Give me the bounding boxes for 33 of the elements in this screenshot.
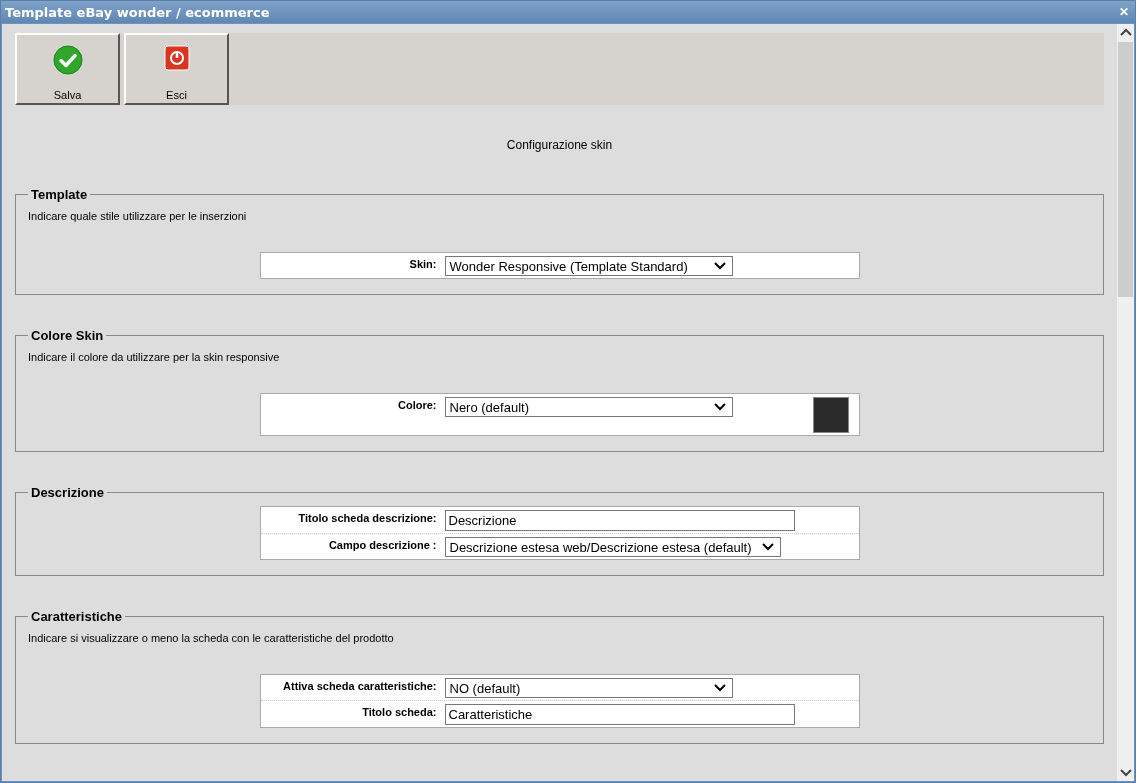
dropdown[interactable]: Descrizione estesa web/Descrizione estesa (default) (444, 537, 781, 557)
field-label: Titolo scheda: (361, 705, 437, 718)
page-heading: Configurazione skin (505, 138, 614, 152)
section-description: Indicare quale stile utilizzare per le inserzioni (28, 210, 248, 222)
text-field[interactable]: Caratteristiche (444, 704, 795, 725)
section-legend: Descrizione (28, 485, 107, 500)
field-label: Attiva scheda caratteristiche: (282, 679, 437, 692)
section-description: Indicare si visualizzare o meno la scheda con le caratteristiche del prodotto (28, 632, 395, 644)
checkmark-icon (52, 45, 83, 75)
dropdown[interactable]: NO (default) (444, 678, 733, 698)
scrollbar[interactable] (1117, 24, 1134, 781)
field-label: Colore: (397, 398, 437, 411)
chevron-down-icon (713, 262, 726, 270)
text-field[interactable]: Descrizione (444, 510, 795, 531)
chevron-down-icon (761, 543, 774, 551)
dropdown[interactable]: Wonder Responsive (Template Standard) (444, 256, 733, 276)
section-legend: Colore Skin (28, 328, 107, 343)
field-label: Titolo scheda descrizione: (297, 511, 437, 524)
dropdown[interactable]: Nero (default) (444, 397, 733, 417)
scroll-thumb[interactable] (1118, 42, 1133, 297)
field-label: Campo descrizione : (327, 538, 437, 551)
chevron-up-icon (1119, 28, 1132, 36)
section-description: Indicare il colore da utilizzare per la skin responsive (28, 351, 281, 363)
exit-button[interactable]: Esci (124, 33, 229, 105)
chevron-down-icon (713, 403, 726, 411)
window-title: Template eBay wonder / ecommerce (5, 4, 270, 20)
section-legend: Caratteristiche (28, 609, 126, 624)
power-icon (163, 45, 190, 71)
save-button[interactable]: Salva (15, 33, 120, 105)
chevron-down-icon (1119, 769, 1132, 777)
section-legend: Template (28, 187, 91, 202)
chevron-down-icon (713, 684, 726, 692)
field-label: Skin: (408, 257, 437, 270)
